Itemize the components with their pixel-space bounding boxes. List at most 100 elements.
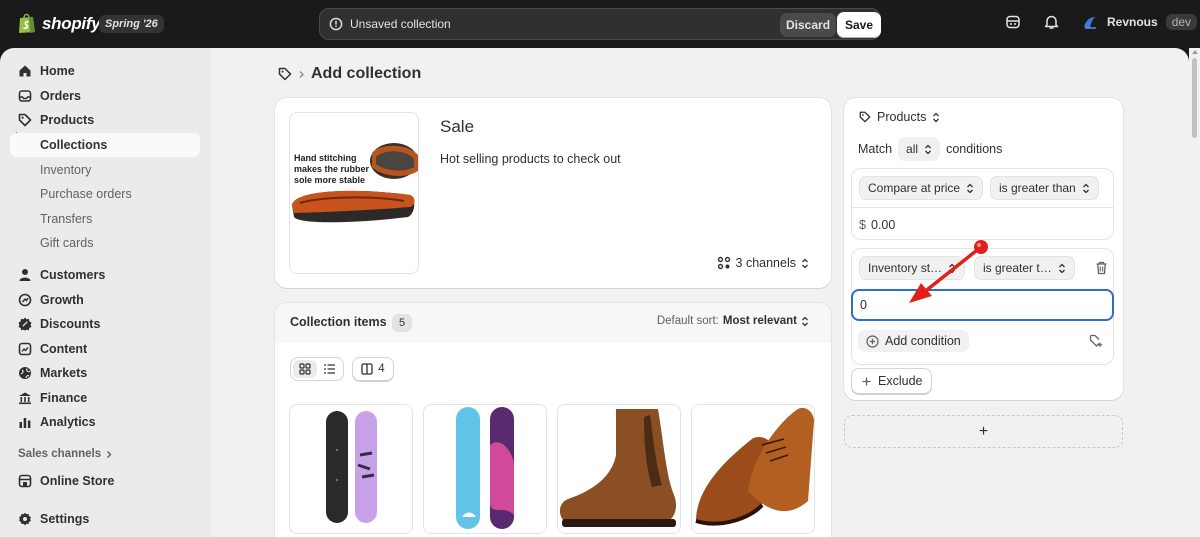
user-menu[interactable]: Revnous dev [1081, 13, 1198, 31]
sidebar-item-collections[interactable]: Collections [10, 133, 200, 157]
tag-icon[interactable] [278, 67, 292, 81]
chevron-up-down-icon [1058, 263, 1065, 273]
chevron-up-down-icon [933, 112, 940, 122]
chevron-right-icon [299, 70, 304, 78]
sidebar-item-content[interactable]: Content [10, 337, 200, 361]
sidebar-item-label: Content [40, 342, 88, 356]
scroll-up-arrow[interactable] [1192, 50, 1198, 54]
sales-channels-header[interactable]: Sales channels [18, 448, 113, 460]
grid-icon [299, 363, 311, 375]
sidebar-item-label: Markets [40, 366, 88, 380]
shopify-logo[interactable]: shopify [18, 13, 101, 34]
sidebar-item-label: Online Store [40, 474, 115, 488]
tag-add-icon[interactable] [1089, 334, 1103, 348]
sidebar-item-orders[interactable]: Orders [10, 84, 200, 108]
collection-title[interactable]: Sale [440, 117, 474, 137]
chevron-right-icon [107, 450, 112, 458]
sidebar-item-home[interactable]: Home [10, 59, 200, 83]
sort-selector[interactable]: Default sort: Most relevant [657, 315, 809, 327]
condition-type-selector[interactable]: Products [859, 110, 940, 124]
scrollbar-thumb[interactable] [1192, 58, 1197, 138]
sidebar-item-discounts[interactable]: Discounts [10, 312, 200, 336]
sidebar: Home Orders Products Collections Invento… [0, 48, 211, 537]
bank-icon [19, 392, 31, 405]
product-tile-snowboard-purple[interactable] [289, 404, 413, 534]
conditions-label: conditions [946, 142, 1003, 156]
sidebar-item-label: Discounts [40, 317, 101, 331]
sidebar-item-products[interactable]: Products [10, 108, 200, 132]
match-row: Match all conditions [858, 137, 1002, 161]
save-button[interactable]: Save [837, 12, 882, 38]
edition-badge: Spring '26 [99, 15, 164, 33]
match-label: Match [858, 142, 893, 156]
sidebar-item-online-store[interactable]: Online Store [10, 469, 200, 493]
top-bar: shopify Spring '26 Unsaved collection Di… [0, 0, 1200, 48]
product-tile-snowboard-blue[interactable] [423, 404, 547, 534]
add-condition-group-button[interactable]: + [844, 415, 1123, 448]
plus-icon [862, 377, 871, 385]
growth-icon [18, 293, 32, 307]
sidebar-item-growth[interactable]: Growth [10, 288, 200, 312]
channels-icon [717, 256, 730, 270]
sidebar-item-markets[interactable]: Markets [10, 361, 200, 385]
condition-field-select[interactable]: Compare at price [859, 176, 984, 200]
trash-icon[interactable] [1095, 261, 1108, 275]
chevron-up-down-icon [925, 144, 932, 154]
currency-symbol: $ [859, 218, 866, 232]
exclude-button[interactable]: Exclude [851, 368, 933, 394]
view-toggle [290, 357, 344, 381]
chart-icon [19, 418, 31, 428]
sidebar-item-label: Collections [40, 138, 108, 152]
chevron-up-down-icon [802, 316, 808, 326]
match-selector[interactable]: all [898, 137, 941, 161]
contextual-save-bar: Unsaved collection Discard Save [319, 8, 882, 40]
discard-button[interactable]: Discard [780, 13, 837, 37]
channels-selector[interactable]: 3 channels [717, 256, 809, 270]
sidebar-item-analytics[interactable]: Analytics [10, 410, 200, 434]
scrollbar[interactable] [1189, 48, 1200, 537]
sidebar-item-finance[interactable]: Finance [10, 386, 200, 410]
collection-details-card: Hand stitching makes the rubber sole mor… [275, 98, 831, 288]
columns-button[interactable]: 4 [352, 357, 394, 381]
product-tile-oxford-shoes[interactable] [691, 404, 815, 534]
tag-icon [859, 111, 871, 123]
sidebar-item-inventory[interactable]: Inventory [10, 158, 200, 182]
grid-view-button[interactable] [293, 360, 317, 378]
sidebar-item-label: Purchase orders [40, 187, 132, 201]
sidebar-item-label: Home [40, 64, 75, 78]
collection-image[interactable]: Hand stitching makes the rubber sole mor… [289, 112, 419, 274]
store-icon[interactable] [1005, 14, 1021, 30]
sidebar-item-transfers[interactable]: Transfers [10, 207, 200, 231]
person-icon [19, 269, 31, 281]
page-title: Add collection [311, 65, 422, 82]
add-condition-button[interactable]: Add condition [858, 330, 969, 352]
brand-wordmark: shopify [42, 13, 101, 33]
sidebar-item-settings[interactable]: Settings [10, 507, 200, 531]
sales-channels-label: Sales channels [18, 448, 102, 460]
channels-label: 3 channels [735, 256, 796, 270]
store-name: Revnous [1107, 15, 1158, 29]
sidebar-item-label: Growth [40, 293, 84, 307]
annotation-arrow [909, 240, 988, 303]
sidebar-item-purchase-orders[interactable]: Purchase orders [10, 182, 200, 206]
product-tile-chelsea-boot[interactable] [557, 404, 681, 534]
collection-items-title: Collection items [290, 315, 387, 329]
sidebar-item-customers[interactable]: Customers [10, 263, 200, 287]
sort-value: Most relevant [722, 315, 797, 327]
condition-rule-1: Compare at price is greater than $ 0.00 [851, 168, 1114, 240]
sort-label: Default sort: [656, 315, 719, 327]
collection-items-header: Collection items 5 Default sort: Most re… [275, 303, 831, 343]
snowboard-image [326, 411, 377, 523]
list-view-button[interactable] [318, 360, 342, 378]
sidebar-item-label: Finance [40, 391, 88, 405]
shoe-sole-image [292, 143, 418, 223]
store-badge: dev [1165, 14, 1198, 30]
collection-description[interactable]: Hot selling products to check out [440, 152, 621, 166]
bell-icon[interactable] [1044, 14, 1059, 30]
condition-operator-select[interactable]: is greater than [990, 176, 1099, 200]
snowboard-image [456, 407, 514, 529]
list-icon [324, 364, 335, 374]
info-icon [329, 17, 343, 31]
sidebar-item-gift-cards[interactable]: Gift cards [10, 231, 200, 255]
store-front-icon [18, 474, 32, 488]
